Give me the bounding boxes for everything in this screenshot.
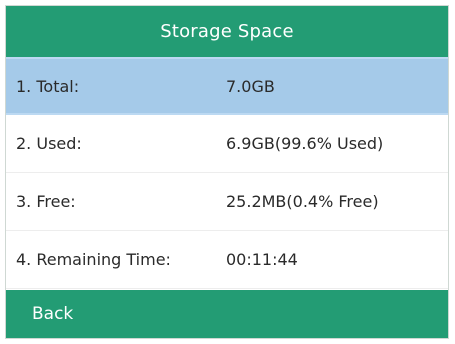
row-value: 00:11:44	[226, 250, 298, 269]
title-bar: Storage Space	[6, 6, 448, 57]
row-label: 2. Used:	[16, 134, 82, 153]
softkey-bar: Back	[6, 290, 448, 338]
storage-info-list: 1. Total: 7.0GB 2. Used: 6.9GB(99.6% Use…	[6, 57, 448, 289]
row-value: 6.9GB(99.6% Used)	[226, 134, 384, 153]
row-label: 3. Free:	[16, 192, 76, 211]
list-item-used[interactable]: 2. Used: 6.9GB(99.6% Used)	[6, 115, 448, 173]
list-item-remaining-time[interactable]: 4. Remaining Time: 00:11:44	[6, 231, 448, 289]
list-item-total[interactable]: 1. Total: 7.0GB	[6, 57, 448, 115]
row-label: 4. Remaining Time:	[16, 250, 171, 269]
list-item-free[interactable]: 3. Free: 25.2MB(0.4% Free)	[6, 173, 448, 231]
row-label: 1. Total:	[16, 76, 80, 96]
phone-screen: Storage Space 1. Total: 7.0GB 2. Used: 6…	[5, 5, 449, 339]
page-title: Storage Space	[160, 21, 294, 42]
row-value: 25.2MB(0.4% Free)	[226, 192, 379, 211]
back-button[interactable]: Back	[32, 304, 73, 324]
row-value: 7.0GB	[226, 76, 275, 96]
